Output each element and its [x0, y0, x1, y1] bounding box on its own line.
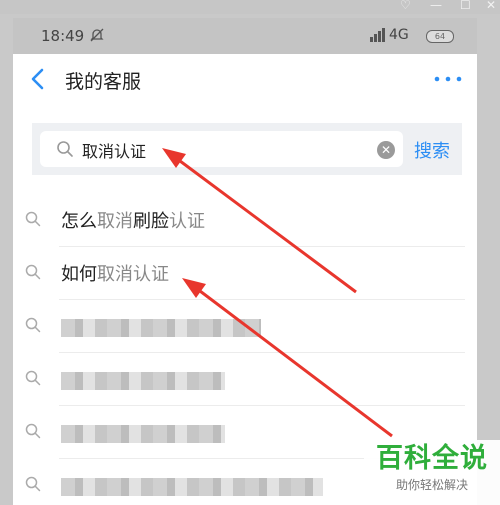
network-type: 4G	[389, 27, 409, 43]
suggestion-middle: 刷脸	[133, 211, 169, 232]
watermark-title: 百科全说	[376, 443, 488, 474]
window-titlebar: ♡ — ☐ ✕	[0, 0, 500, 14]
search-bar: 取消认证 ✕ 搜索	[32, 123, 462, 175]
minimize-icon[interactable]: —	[430, 0, 442, 12]
status-time: 18:49	[41, 27, 85, 45]
suggestion-match: 取消	[97, 211, 133, 232]
suggestion-prefix: 怎么	[61, 211, 97, 232]
suggestion-text: 怎么取消刷脸认证	[61, 207, 205, 233]
battery-icon: 64	[426, 30, 454, 43]
back-chevron-icon[interactable]	[29, 66, 47, 92]
search-input-value: 取消认证	[82, 142, 147, 161]
search-icon	[57, 141, 73, 157]
list-item[interactable]	[13, 353, 477, 406]
search-icon	[25, 370, 41, 386]
suggestion-match: 取消认证	[97, 264, 169, 285]
search-icon	[25, 317, 41, 333]
blurred-text	[61, 425, 225, 443]
list-item[interactable]: 怎么取消刷脸认证	[13, 194, 477, 247]
more-options-icon[interactable]	[433, 74, 463, 84]
search-icon	[25, 264, 41, 280]
search-icon	[25, 476, 41, 492]
search-input[interactable]: 取消认证 ✕	[40, 131, 403, 167]
list-item[interactable]: 如何取消认证	[13, 247, 477, 300]
maximize-icon[interactable]: ☐	[460, 0, 471, 12]
blurred-text	[61, 372, 225, 390]
phone-screen: 18:49 4G 64 我的客服 取消认证 ✕ 搜索 怎么取消刷脸认证 如何取消…	[13, 18, 477, 505]
close-icon[interactable]: ✕	[486, 0, 496, 12]
search-icon	[25, 211, 41, 227]
blurred-text	[61, 319, 261, 337]
watermark-logo: 百科全说 助你轻松解决	[364, 440, 500, 505]
clear-icon[interactable]: ✕	[377, 141, 395, 159]
status-bar: 18:49 4G 64	[13, 18, 477, 54]
search-icon	[25, 423, 41, 439]
search-button[interactable]: 搜索	[414, 137, 450, 163]
mute-bell-icon	[90, 28, 104, 42]
watermark-subtitle: 助你轻松解决	[395, 478, 468, 492]
blurred-text	[61, 478, 323, 496]
suggestion-prefix: 如何	[61, 264, 97, 285]
signal-icon	[370, 28, 385, 42]
navigation-bar: 我的客服	[13, 54, 477, 106]
heart-icon[interactable]: ♡	[400, 0, 411, 12]
suggestion-text: 如何取消认证	[61, 260, 169, 286]
suggestion-suffix: 认证	[169, 211, 205, 232]
page-title: 我的客服	[65, 71, 142, 93]
list-item[interactable]	[13, 300, 477, 353]
